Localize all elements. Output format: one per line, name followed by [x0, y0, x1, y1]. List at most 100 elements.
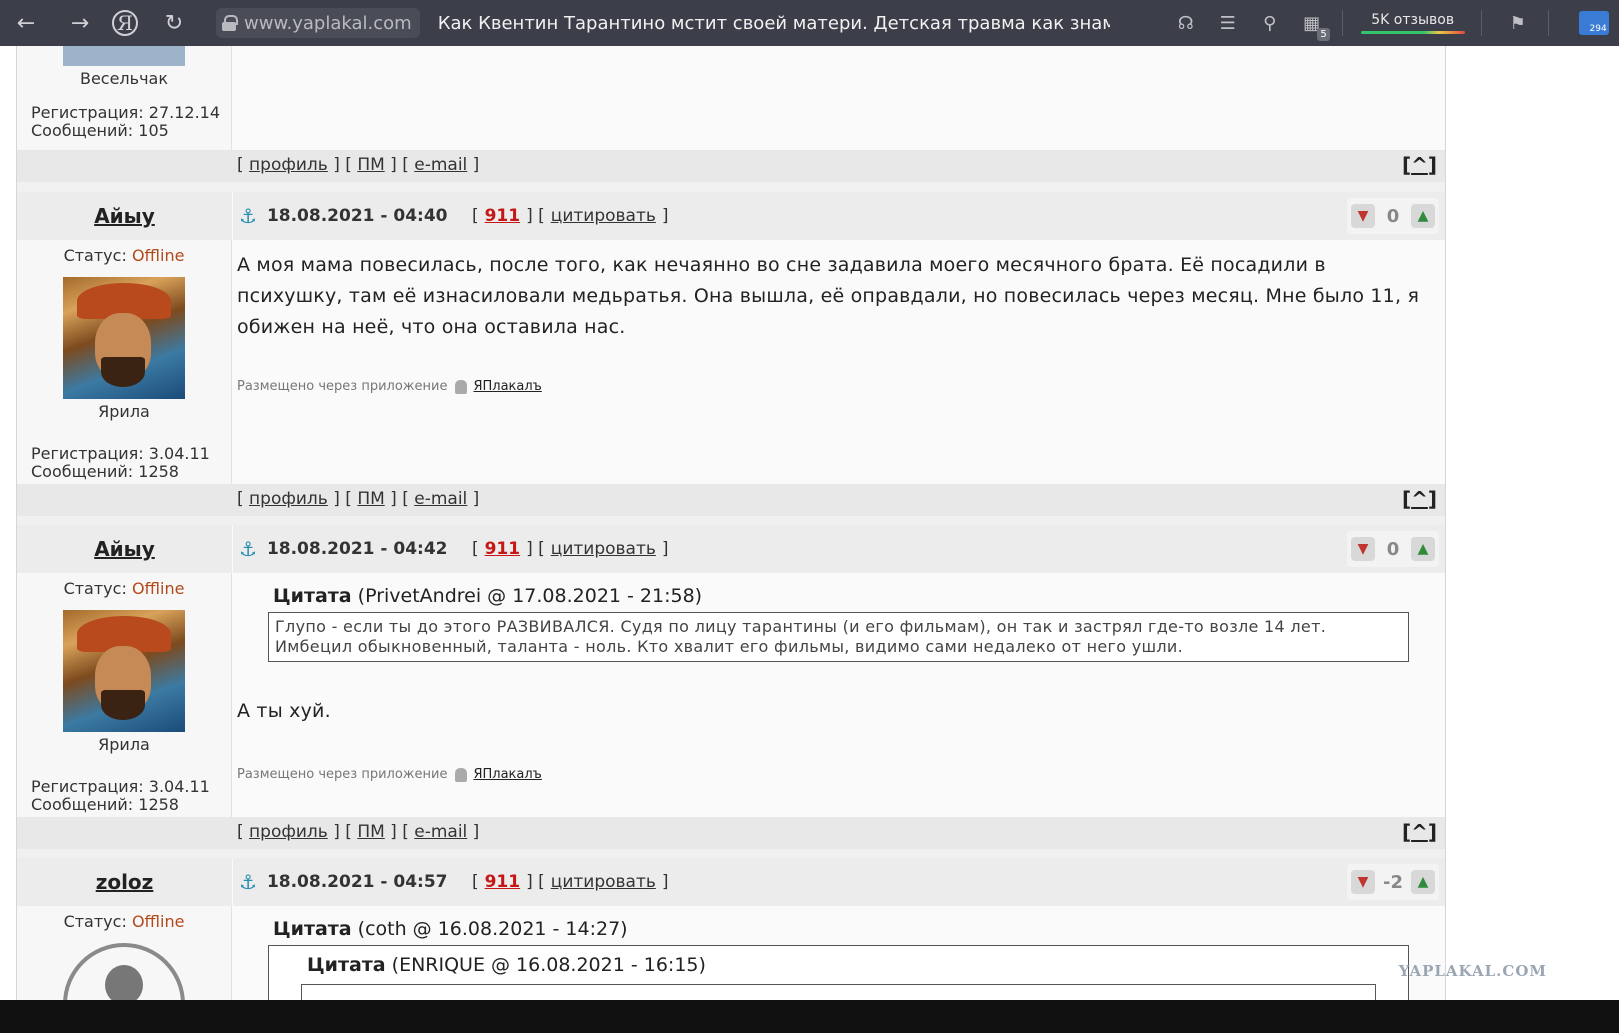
- email-link[interactable]: e-mail: [414, 822, 467, 842]
- profile-link[interactable]: профиль: [249, 822, 328, 842]
- forward-arrow-icon[interactable]: →: [64, 7, 96, 39]
- quote-link[interactable]: цитировать: [551, 206, 656, 226]
- url-text: www.yaplakal.com: [244, 12, 412, 34]
- post-count: Сообщений: 1258: [31, 795, 179, 814]
- footer-links: [ профиль ] [ ПМ ] [ e-mail ]: [237, 155, 480, 175]
- post-actions: [911] [цитировать]: [471, 206, 669, 226]
- thumbs-up-icon[interactable]: ▲: [1411, 537, 1435, 561]
- quote-meta: (PrivetAndrei @ 17.08.2021 - 21:58): [357, 585, 703, 607]
- author-stats: Регистрация: 3.04.11 Сообщений: 1258: [31, 445, 231, 481]
- username-link[interactable]: Айыу: [94, 537, 155, 561]
- bottom-bar: [0, 1000, 1619, 1033]
- registration-date: Регистрация: 3.04.11: [31, 777, 210, 796]
- post-date: 18.08.2021 - 04:40: [266, 206, 448, 226]
- vote-count: -2: [1383, 871, 1403, 893]
- report-911-link[interactable]: 911: [485, 872, 521, 892]
- toolbar-divider: [1480, 10, 1482, 36]
- pm-link[interactable]: ПМ: [357, 155, 384, 175]
- email-link[interactable]: e-mail: [414, 155, 467, 175]
- report-911-link[interactable]: 911: [485, 539, 521, 559]
- author-stats: Регистрация: 3.04.11 Сообщений: 1258: [31, 778, 231, 814]
- thumbs-down-icon[interactable]: ▼: [1351, 537, 1375, 561]
- thumbs-down-icon[interactable]: ▼: [1351, 204, 1375, 228]
- report-911-link[interactable]: 911: [485, 206, 521, 226]
- post-actions: [911] [цитировать]: [471, 539, 669, 559]
- author-panel: Статус: Offline Ярила Регистрация: 3.04.…: [17, 573, 232, 817]
- post-text: А моя мама повесилась, после того, как н…: [237, 254, 1420, 338]
- zoom-icon[interactable]: ⚲: [1256, 9, 1284, 37]
- author-status: Статус: Offline: [63, 246, 185, 265]
- forum-page: Весельчак Регистрация: 27.12.14 Сообщени…: [16, 46, 1446, 1033]
- nested-quote-header: Цитата (ENRIQUE @ 16.08.2021 - 16:15): [307, 954, 706, 976]
- author-status: Статус: Offline: [63, 579, 185, 598]
- avatar: [63, 277, 185, 399]
- reload-icon[interactable]: ↻: [158, 7, 190, 39]
- reviews-widget[interactable]: 5K отзывов: [1360, 12, 1465, 34]
- profile-link[interactable]: профиль: [249, 155, 328, 175]
- vote-count: 0: [1386, 538, 1400, 560]
- bookmark-icon[interactable]: ⚑: [1504, 9, 1532, 37]
- reviews-text: 5K отзывов: [1371, 12, 1455, 28]
- app-link[interactable]: ЯПлакалъ: [473, 767, 541, 782]
- author-panel: Статус: Offline Ярила Регистрация: 3.04.…: [17, 240, 232, 484]
- post-header: ⚓ 18.08.2021 - 04:40 [911] [цитировать] …: [233, 192, 1445, 240]
- thumbs-down-icon[interactable]: ▼: [1351, 870, 1375, 894]
- headphones-icon[interactable]: ☊: [1172, 9, 1200, 37]
- avatar: [63, 610, 185, 732]
- registration-date: Регистрация: 27.12.14: [31, 103, 221, 122]
- avatar: [63, 46, 185, 66]
- apps-button[interactable]: 294: [1578, 11, 1609, 35]
- vote-widget: ▼ 0 ▲: [1347, 531, 1439, 567]
- post-count: Сообщений: 1258: [31, 462, 179, 481]
- posted-via: Размещено через приложение ЯПлакалъ: [237, 767, 542, 782]
- scroll-top-link[interactable]: [^]: [1402, 153, 1437, 177]
- author-stats: Регистрация: 27.12.14 Сообщений: 105: [31, 104, 231, 140]
- quote-link[interactable]: цитировать: [551, 872, 656, 892]
- author-status: Статус: Offline: [63, 912, 185, 931]
- reader-mode-icon[interactable]: ☰: [1214, 9, 1242, 37]
- username-link[interactable]: zoloz: [96, 870, 154, 894]
- reviews-rating-bar: [1360, 31, 1465, 34]
- post-count: Сообщений: 105: [31, 121, 169, 140]
- pm-link[interactable]: ПМ: [357, 489, 384, 509]
- profile-link[interactable]: профиль: [249, 489, 328, 509]
- pm-link[interactable]: ПМ: [357, 822, 384, 842]
- quote-box: Глупо - если ты до этого РАЗВИВАЛСЯ. Суд…: [268, 612, 1409, 662]
- app-link[interactable]: ЯПлакалъ: [473, 379, 541, 394]
- thumbs-up-icon[interactable]: ▲: [1411, 870, 1435, 894]
- quote-header: Цитата (coth @ 16.08.2021 - 14:27): [273, 918, 628, 940]
- address-bar[interactable]: www.yaplakal.com: [216, 8, 420, 38]
- author-rank: Ярила: [98, 735, 150, 754]
- username-link[interactable]: Айыу: [94, 204, 155, 228]
- email-link[interactable]: e-mail: [414, 489, 467, 509]
- anchor-icon[interactable]: ⚓: [239, 870, 257, 894]
- back-arrow-icon[interactable]: ←: [10, 7, 42, 39]
- post-date: 18.08.2021 - 04:42: [266, 539, 448, 559]
- browser-toolbar: ← → Я ↻ www.yaplakal.com Как Квентин Тар…: [0, 0, 1619, 46]
- anchor-icon[interactable]: ⚓: [239, 537, 257, 561]
- footer-links: [ профиль ] [ ПМ ] [ e-mail ]: [237, 822, 480, 842]
- scroll-top-link[interactable]: [^]: [1402, 487, 1437, 511]
- footer-links: [ профиль ] [ ПМ ] [ e-mail ]: [237, 489, 480, 509]
- quote-header: Цитата (PrivetAndrei @ 17.08.2021 - 21:5…: [273, 585, 703, 607]
- quote-link[interactable]: цитировать: [551, 539, 656, 559]
- post-separator: [17, 182, 1445, 192]
- extensions-icon[interactable]: ▦ 5: [1298, 9, 1330, 41]
- site-watermark: YAPLAKAL.COM: [1398, 962, 1547, 980]
- yandex-logo-icon[interactable]: Я: [112, 10, 138, 36]
- vote-widget: ▼ -2 ▲: [1347, 864, 1439, 900]
- page-title: Как Квентин Тарантино мстит своей матери…: [437, 12, 1110, 34]
- posted-via: Размещено через приложение ЯПлакалъ: [237, 379, 542, 394]
- android-icon: [455, 767, 468, 782]
- thumbs-up-icon[interactable]: ▲: [1411, 204, 1435, 228]
- post-footer: [ профиль ] [ ПМ ] [ e-mail ] [^]: [17, 484, 1445, 516]
- scroll-top-link[interactable]: [^]: [1402, 820, 1437, 844]
- vote-widget: ▼ 0 ▲: [1347, 198, 1439, 234]
- anchor-icon[interactable]: ⚓: [239, 204, 257, 228]
- post-date: 18.08.2021 - 04:57: [266, 872, 448, 892]
- toolbar-divider: [1341, 10, 1343, 36]
- quote-meta: (coth @ 16.08.2021 - 14:27): [357, 918, 628, 940]
- post-footer: [ профиль ] [ ПМ ] [ e-mail ] [^]: [17, 817, 1445, 849]
- apps-badge: 294: [1589, 24, 1607, 34]
- post-header-user: Айыу: [17, 525, 232, 573]
